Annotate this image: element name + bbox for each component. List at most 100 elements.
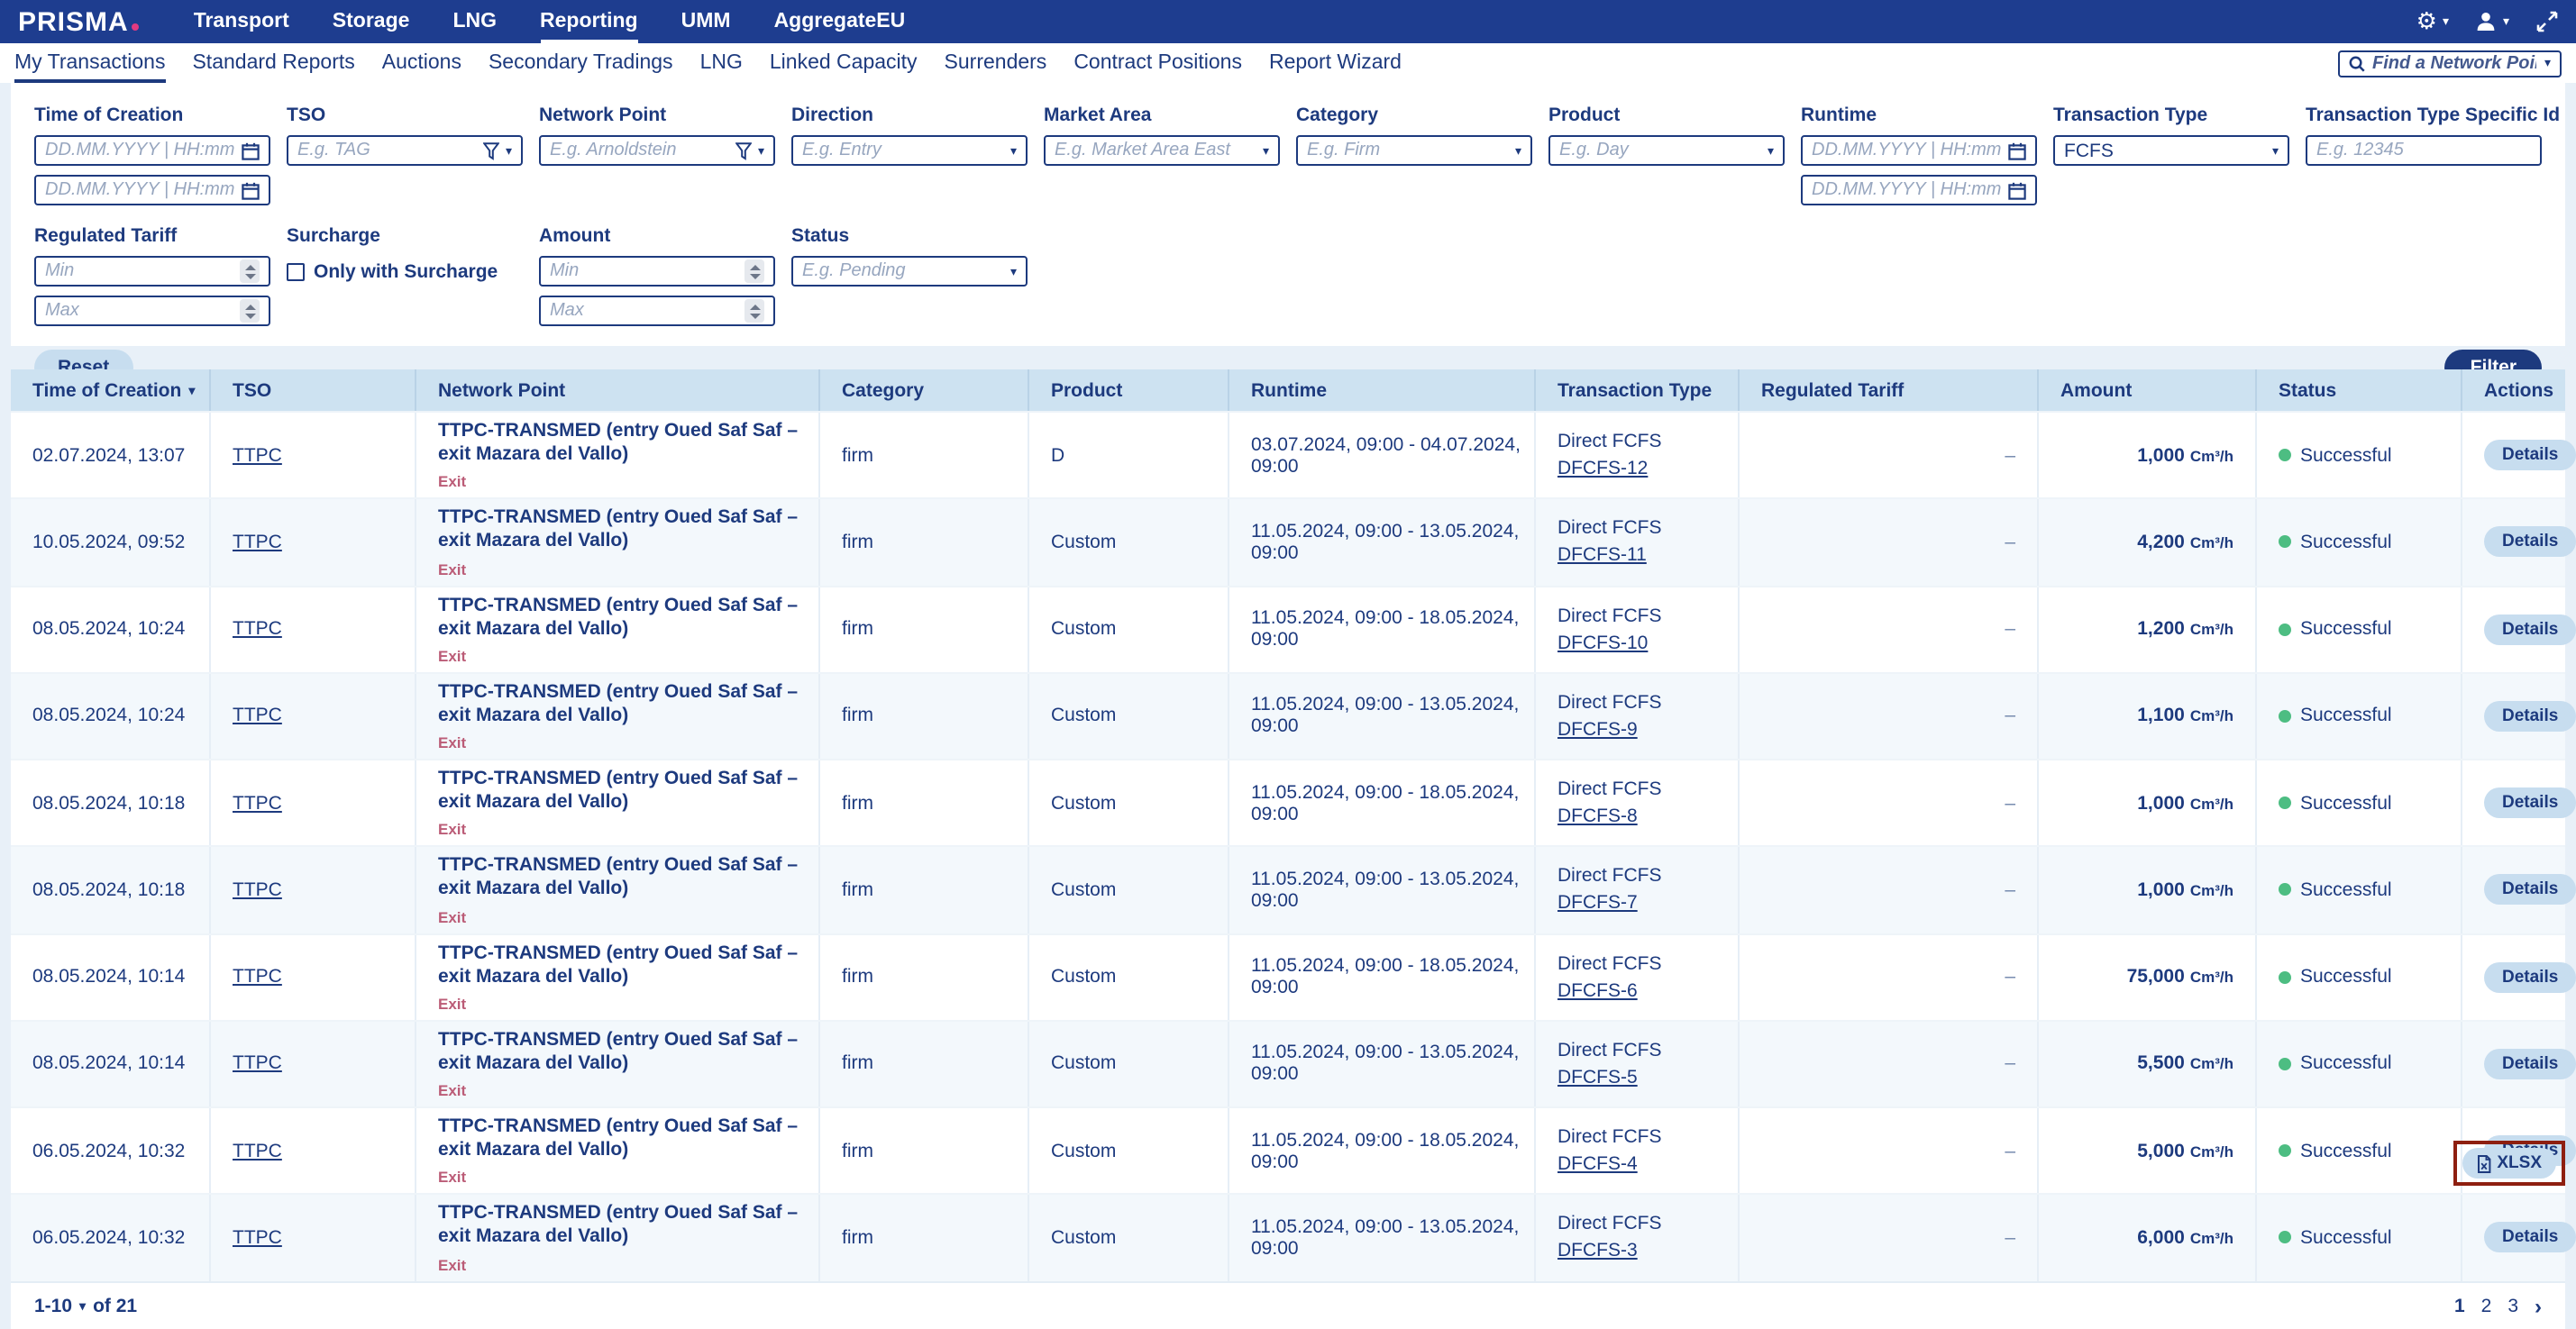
- number-stepper[interactable]: [240, 259, 260, 283]
- tab-contract-positions[interactable]: Contract Positions: [1073, 43, 1242, 83]
- page-number-1[interactable]: 1: [2454, 1295, 2465, 1316]
- time-of-creation-to-field[interactable]: [34, 175, 270, 205]
- tab-report-wizard[interactable]: Report Wizard: [1269, 43, 1402, 83]
- transaction-id-field[interactable]: [2306, 135, 2542, 166]
- cell-tso[interactable]: TTPC: [233, 532, 282, 553]
- col-header-product[interactable]: Product: [1028, 369, 1228, 411]
- network-point-field[interactable]: ▾: [539, 135, 775, 166]
- direction-select[interactable]: ▾: [791, 135, 1028, 166]
- direction-input[interactable]: [802, 141, 1005, 160]
- cell-tt-id[interactable]: DFCFS-3: [1557, 1241, 1638, 1262]
- tab-standard-reports[interactable]: Standard Reports: [192, 43, 354, 83]
- regulated-tariff-max-field[interactable]: [34, 296, 270, 326]
- calendar-icon[interactable]: [242, 141, 260, 159]
- col-header-tso[interactable]: TSO: [209, 369, 415, 411]
- network-point-input[interactable]: [550, 141, 731, 160]
- runtime-from-field[interactable]: [1801, 135, 2037, 166]
- chevron-down-icon[interactable]: ▾: [506, 143, 512, 158]
- col-header-regulated-tariff[interactable]: Regulated Tariff: [1738, 369, 2037, 411]
- details-button[interactable]: Details: [2484, 527, 2576, 558]
- date-from-input[interactable]: [45, 141, 236, 160]
- tab-surrenders[interactable]: Surrenders: [945, 43, 1047, 83]
- details-button[interactable]: Details: [2484, 1223, 2576, 1253]
- runtime-to-field[interactable]: [1801, 175, 2037, 205]
- tab-linked-capacity[interactable]: Linked Capacity: [770, 43, 918, 83]
- nav-item-lng[interactable]: LNG: [452, 0, 497, 43]
- col-header-transaction-type[interactable]: Transaction Type: [1534, 369, 1738, 411]
- next-page-icon[interactable]: ›: [2535, 1293, 2542, 1318]
- tab-my-transactions[interactable]: My Transactions: [14, 43, 165, 83]
- export-xlsx-button[interactable]: XLSX: [2462, 1148, 2556, 1179]
- details-button[interactable]: Details: [2484, 875, 2576, 906]
- page-number-3[interactable]: 3: [2507, 1295, 2518, 1316]
- tab-secondary-tradings[interactable]: Secondary Tradings: [489, 43, 673, 83]
- market-area-input[interactable]: [1055, 141, 1257, 160]
- runtime-to-input[interactable]: [1812, 180, 2003, 200]
- surcharge-checkbox-row[interactable]: Only with Surcharge: [287, 256, 523, 287]
- search-input[interactable]: [2372, 53, 2537, 73]
- nav-item-transport[interactable]: Transport: [194, 0, 289, 43]
- calendar-icon[interactable]: [2008, 141, 2026, 159]
- nav-item-umm[interactable]: UMM: [681, 0, 731, 43]
- settings-menu-button[interactable]: ⚙ ▾: [2416, 10, 2449, 33]
- cell-tt-id[interactable]: DFCFS-10: [1557, 632, 1648, 653]
- category-input[interactable]: [1307, 141, 1510, 160]
- amount-max-field[interactable]: [539, 296, 775, 326]
- details-button[interactable]: Details: [2484, 1049, 2576, 1079]
- tariff-min-input[interactable]: [45, 261, 234, 281]
- amount-min-input[interactable]: [550, 261, 739, 281]
- user-menu-button[interactable]: ▾: [2476, 11, 2509, 32]
- cell-tso[interactable]: TTPC: [233, 792, 282, 814]
- cell-tt-id[interactable]: DFCFS-5: [1557, 1067, 1638, 1088]
- cell-tso[interactable]: TTPC: [233, 879, 282, 901]
- prisma-logo[interactable]: PRISMA: [18, 6, 140, 37]
- details-button[interactable]: Details: [2484, 440, 2576, 470]
- number-stepper[interactable]: [240, 299, 260, 323]
- cell-tso[interactable]: TTPC: [233, 1053, 282, 1075]
- cell-tt-id[interactable]: DFCFS-7: [1557, 893, 1638, 915]
- details-button[interactable]: Details: [2484, 614, 2576, 644]
- amount-min-field[interactable]: [539, 256, 775, 287]
- cell-tso[interactable]: TTPC: [233, 618, 282, 640]
- collapse-view-button[interactable]: [2536, 11, 2558, 32]
- col-header-amount[interactable]: Amount: [2037, 369, 2255, 411]
- calendar-icon[interactable]: [2008, 181, 2026, 199]
- date-to-input[interactable]: [45, 180, 236, 200]
- transaction-id-input[interactable]: [2316, 141, 2531, 160]
- col-header-network-point[interactable]: Network Point: [415, 369, 818, 411]
- chevron-down-icon[interactable]: ▾: [758, 143, 764, 158]
- cell-tt-id[interactable]: DFCFS-4: [1557, 1153, 1638, 1175]
- cell-tt-id[interactable]: DFCFS-8: [1557, 806, 1638, 827]
- cell-tt-id[interactable]: DFCFS-12: [1557, 458, 1648, 479]
- cell-tso[interactable]: TTPC: [233, 444, 282, 466]
- calendar-icon[interactable]: [242, 181, 260, 199]
- product-select[interactable]: ▾: [1548, 135, 1785, 166]
- details-button[interactable]: Details: [2484, 961, 2576, 992]
- status-select[interactable]: ▾: [791, 256, 1028, 287]
- network-point-search[interactable]: ▾: [2338, 50, 2562, 77]
- runtime-from-input[interactable]: [1812, 141, 2003, 160]
- tab-lng[interactable]: LNG: [700, 43, 743, 83]
- tso-field[interactable]: ▾: [287, 135, 523, 166]
- nav-item-reporting[interactable]: Reporting: [540, 0, 638, 43]
- cell-tt-id[interactable]: DFCFS-11: [1557, 545, 1647, 567]
- page-range-selector[interactable]: 1-10 ▾ of 21: [34, 1295, 137, 1316]
- time-of-creation-from-field[interactable]: [34, 135, 270, 166]
- surcharge-checkbox[interactable]: [287, 262, 305, 280]
- tariff-max-input[interactable]: [45, 301, 234, 321]
- col-header-status[interactable]: Status: [2255, 369, 2461, 411]
- col-header-time-of-creation[interactable]: Time of Creation ▾: [11, 369, 209, 411]
- col-header-runtime[interactable]: Runtime: [1228, 369, 1534, 411]
- cell-tso[interactable]: TTPC: [233, 1227, 282, 1249]
- market-area-select[interactable]: ▾: [1044, 135, 1280, 166]
- cell-tt-id[interactable]: DFCFS-9: [1557, 719, 1638, 741]
- cell-tso[interactable]: TTPC: [233, 1140, 282, 1161]
- regulated-tariff-min-field[interactable]: [34, 256, 270, 287]
- page-number-2[interactable]: 2: [2481, 1295, 2492, 1316]
- cell-tso[interactable]: TTPC: [233, 966, 282, 988]
- col-header-category[interactable]: Category: [818, 369, 1028, 411]
- transaction-type-select[interactable]: FCFS ▾: [2053, 135, 2289, 166]
- nav-item-aggregateeu[interactable]: AggregateEU: [774, 0, 906, 43]
- tso-input[interactable]: [297, 141, 479, 160]
- nav-item-storage[interactable]: Storage: [333, 0, 410, 43]
